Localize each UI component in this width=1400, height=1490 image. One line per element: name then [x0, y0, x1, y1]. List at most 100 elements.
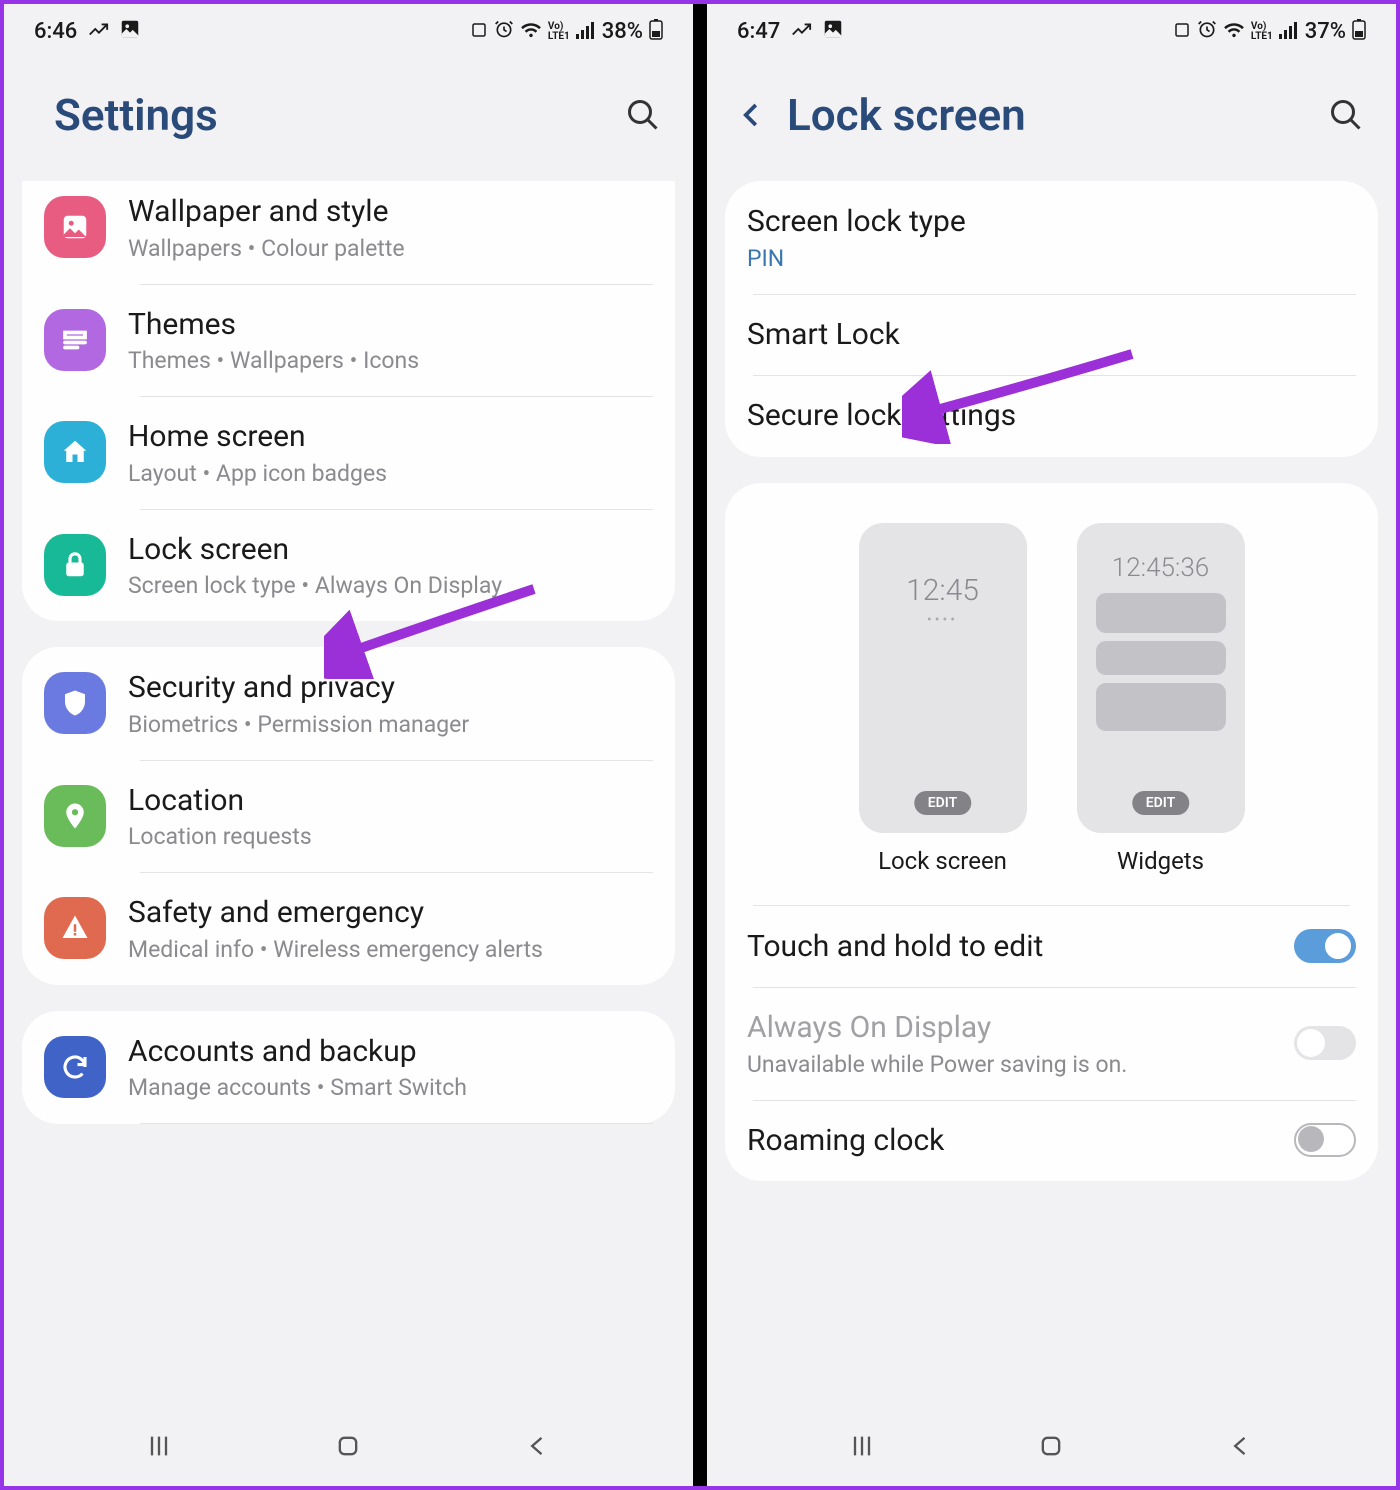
row-secure-lock-settings[interactable]: Secure lock settings [725, 375, 1378, 457]
row-sub: Location requests [128, 823, 653, 850]
row-sub: Wallpapers • Colour palette [128, 235, 653, 262]
missed-call-icon [87, 18, 109, 46]
row-title: Always On Display [747, 1009, 1272, 1047]
row-sub: Layout • App icon badges [128, 460, 653, 487]
back-button[interactable] [1221, 1426, 1261, 1466]
row-location[interactable]: Location Location requests [22, 760, 675, 873]
row-touch-hold-edit[interactable]: Touch and hold to edit [725, 906, 1378, 988]
row-safety[interactable]: Safety and emergency Medical info • Wire… [22, 872, 675, 985]
row-title: Location [128, 782, 653, 820]
search-button[interactable] [1326, 95, 1366, 135]
row-title: Touch and hold to edit [747, 928, 1272, 966]
battery-icon [1352, 18, 1366, 45]
toggle-aod [1294, 1026, 1356, 1060]
row-screen-lock-type[interactable]: Screen lock type PIN [725, 181, 1378, 294]
lock-settings-list[interactable]: Screen lock type PIN Smart Lock Secure l… [707, 181, 1396, 1406]
settings-screen: 6:46 Vo)LTE1 38% Settings [4, 4, 693, 1486]
widget-block [1096, 593, 1226, 633]
row-title: Safety and emergency [128, 894, 653, 932]
home-icon [44, 421, 106, 483]
status-time: 6:47 [737, 19, 780, 44]
lock-icon [44, 534, 106, 596]
widget-block [1096, 683, 1226, 731]
row-accounts[interactable]: Accounts and backup Manage accounts • Sm… [22, 1011, 675, 1124]
preview-time: 12:45 [906, 573, 979, 608]
row-home-screen[interactable]: Home screen Layout • App icon badges [22, 396, 675, 509]
home-button[interactable] [328, 1426, 368, 1466]
row-title: Smart Lock [747, 316, 1356, 354]
nfc-icon [1173, 20, 1191, 44]
recents-button[interactable] [139, 1426, 179, 1466]
pin-icon [44, 785, 106, 847]
shield-icon [44, 672, 106, 734]
preview-lock-screen[interactable]: 12:45 •••• EDIT Lock screen [859, 523, 1027, 875]
status-bar: 6:47 Vo)LTE1 37% [707, 4, 1396, 59]
lock-header: Lock screen [707, 59, 1396, 181]
status-bar: 6:46 Vo)LTE1 38% [4, 4, 693, 59]
row-sub: Unavailable while Power saving is on. [747, 1051, 1272, 1078]
row-title: Screen lock type [747, 203, 1356, 241]
image-icon [119, 18, 141, 46]
recents-button[interactable] [842, 1426, 882, 1466]
row-sub: Themes • Wallpapers • Icons [128, 347, 653, 374]
page-title: Lock screen [787, 89, 1306, 141]
battery-pct: 38% [602, 19, 643, 44]
page-title: Settings [54, 89, 603, 141]
preview-time: 12:45:36 [1112, 553, 1209, 583]
battery-pct: 37% [1305, 19, 1346, 44]
edit-button[interactable]: EDIT [1132, 791, 1189, 815]
wallpaper-icon [44, 196, 106, 258]
edit-button[interactable]: EDIT [914, 791, 971, 815]
status-time: 6:46 [34, 19, 77, 44]
alarm-icon [1197, 19, 1217, 44]
preview-label: Widgets [1117, 847, 1204, 875]
alarm-icon [494, 19, 514, 44]
preview-widgets[interactable]: 12:45:36 EDIT Widgets [1077, 523, 1245, 875]
row-sub: Manage accounts • Smart Switch [128, 1074, 653, 1101]
row-title: Home screen [128, 418, 653, 456]
row-wallpaper[interactable]: Wallpaper and style Wallpapers • Colour … [22, 181, 675, 284]
back-button[interactable] [518, 1426, 558, 1466]
volte-icon: Vo)LTE1 [1251, 22, 1273, 42]
nav-bar [707, 1406, 1396, 1486]
sync-icon [44, 1036, 106, 1098]
row-security[interactable]: Security and privacy Biometrics • Permis… [22, 647, 675, 760]
toggle-roaming-clock[interactable] [1294, 1123, 1356, 1157]
back-button[interactable] [737, 100, 767, 130]
missed-call-icon [790, 18, 812, 46]
image-icon [822, 18, 844, 46]
volte-icon: Vo)LTE1 [548, 22, 570, 42]
lock-screen-settings: 6:47 Vo)LTE1 37% Loc [707, 4, 1396, 1486]
row-roaming-clock[interactable]: Roaming clock [725, 1100, 1378, 1182]
row-title: Accounts and backup [128, 1033, 653, 1071]
row-title: Wallpaper and style [128, 193, 653, 231]
wifi-icon [520, 20, 542, 44]
home-button[interactable] [1031, 1426, 1071, 1466]
widget-block [1096, 641, 1226, 675]
themes-icon [44, 309, 106, 371]
row-title: Themes [128, 306, 653, 344]
battery-icon [649, 18, 663, 45]
search-button[interactable] [623, 95, 663, 135]
row-sub: Biometrics • Permission manager [128, 711, 653, 738]
row-title: Roaming clock [747, 1122, 1272, 1160]
row-smart-lock[interactable]: Smart Lock [725, 294, 1378, 376]
nav-bar [4, 1406, 693, 1486]
signal-icon [576, 20, 596, 44]
preview-dots: •••• [927, 612, 958, 628]
row-sub: PIN [747, 245, 1356, 272]
wifi-icon [1223, 20, 1245, 44]
row-lock-screen[interactable]: Lock screen Screen lock type • Always On… [22, 509, 675, 622]
row-sub: Medical info • Wireless emergency alerts [128, 936, 653, 963]
settings-header: Settings [4, 59, 693, 181]
alert-icon [44, 897, 106, 959]
preview-label: Lock screen [878, 847, 1007, 875]
settings-list[interactable]: Wallpaper and style Wallpapers • Colour … [4, 181, 693, 1406]
row-always-on-display: Always On Display Unavailable while Powe… [725, 987, 1378, 1100]
signal-icon [1279, 20, 1299, 44]
toggle-touch-hold[interactable] [1294, 929, 1356, 963]
row-themes[interactable]: Themes Themes • Wallpapers • Icons [22, 284, 675, 397]
preview-row: 12:45 •••• EDIT Lock screen 12:45:36 ED [725, 483, 1378, 905]
nfc-icon [470, 20, 488, 44]
row-title: Lock screen [128, 531, 653, 569]
